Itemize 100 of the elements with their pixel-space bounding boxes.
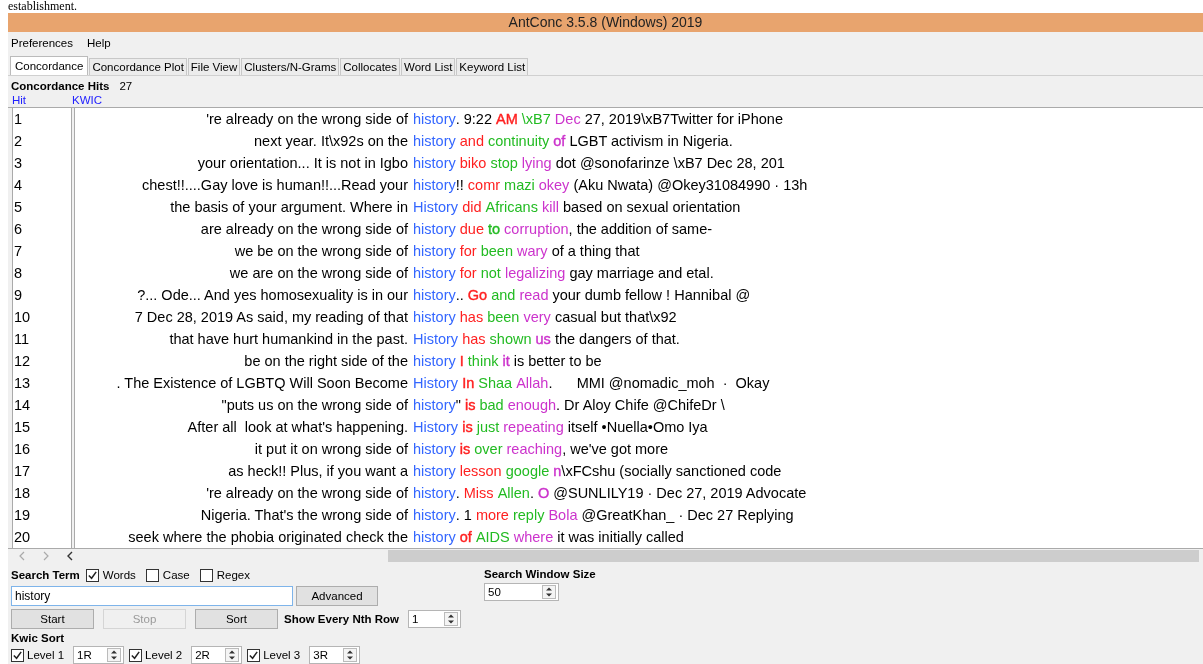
search-field[interactable]: history — [11, 586, 293, 606]
kwic-word: been — [487, 308, 520, 328]
kwic-word: @GreatKhan_ · Dec 27 Replying — [581, 506, 794, 526]
kwic-word: been — [480, 242, 513, 262]
kwic-word: read — [519, 286, 549, 306]
kwic-word: AIDS — [475, 528, 510, 548]
kwic-word: is — [459, 440, 471, 460]
checkbox[interactable] — [145, 568, 159, 582]
window-title: AntConc 3.5.8 (Windows) 2019 — [508, 14, 703, 31]
checkbox[interactable] — [199, 568, 213, 582]
checkbox-label: Level 1 — [27, 649, 65, 661]
kwic-word: has — [462, 330, 486, 350]
kwic-word: history — [413, 528, 456, 548]
checkbox[interactable] — [11, 648, 24, 662]
left-context: are already on the wrong side of — [200, 220, 408, 240]
kwic-word: history — [413, 286, 456, 306]
spinner-field[interactable]: 2R — [191, 646, 243, 664]
kwic-word: history — [413, 176, 456, 196]
spinner-field[interactable]: 50 — [484, 583, 559, 601]
column-header[interactable]: Hit — [12, 94, 72, 107]
left-context: . The Existence of LGBTQ Will Soon Become — [116, 374, 408, 394]
tab[interactable]: Clusters/N-Grams — [241, 57, 340, 75]
kwic-word: History — [413, 418, 459, 438]
kwic-word: the dangers of that. — [554, 330, 680, 350]
kwic-word: and — [459, 132, 484, 152]
left-context: seek where the phobia originated check the — [128, 528, 408, 548]
tab[interactable]: Concordance Plot — [89, 57, 187, 75]
spin-arrows-icon[interactable] — [542, 585, 556, 599]
kwic-word: Miss — [463, 484, 494, 504]
scroll-left-icon[interactable] — [66, 551, 74, 562]
nth-row-label: Show Every Nth Row — [284, 613, 400, 625]
spin-arrows-icon[interactable] — [225, 648, 240, 662]
spinner-field[interactable]: 3R — [309, 646, 361, 664]
window-size-label: Search Window Size — [484, 568, 596, 580]
checkbox-label: Regex — [216, 569, 250, 581]
advanced-button[interactable]: Advanced — [296, 586, 378, 606]
kwic-word: @SUNLILY19 · Dec 27, 2019 Advocate — [553, 484, 807, 504]
tab[interactable]: Keyword List — [456, 57, 529, 75]
kwic-word: stop — [490, 154, 518, 174]
kwic-word: history — [413, 220, 456, 240]
kwic-word: n — [553, 462, 562, 482]
left-context: the basis of your argument. Where in — [170, 198, 408, 218]
hit-number: 5 — [13, 198, 24, 218]
kwic-word: more — [475, 506, 509, 526]
kwic-word: history — [413, 110, 456, 130]
kwic-word: history — [413, 308, 456, 328]
kwic-word: , the addition of same- — [568, 220, 713, 240]
hit-number: 18 — [13, 484, 32, 504]
tab[interactable]: Collocates — [340, 57, 400, 75]
spin-arrows-icon[interactable] — [343, 648, 358, 662]
kwic-word: due — [459, 220, 484, 240]
checkbox[interactable] — [85, 568, 99, 582]
tab[interactable]: File View — [187, 57, 241, 75]
kwic-word: reply — [512, 506, 545, 526]
menu-item[interactable]: Help — [87, 37, 111, 50]
hit-number: 8 — [13, 264, 24, 284]
left-context: Nigeria. That's the wrong side of — [200, 506, 408, 526]
button[interactable]: Sort — [195, 609, 278, 629]
kwic-word: is better to be — [513, 352, 602, 372]
kwic-word: for — [459, 264, 477, 284]
kwic-word: history — [413, 154, 456, 174]
scrollbar[interactable] — [388, 550, 1199, 563]
checkbox[interactable] — [129, 648, 143, 662]
kwic-word: is — [464, 396, 476, 416]
kwic-word: shown — [489, 330, 532, 350]
kwic-word: . 1 — [455, 506, 472, 526]
spin-arrows-icon[interactable] — [107, 648, 122, 662]
tab[interactable]: Word List — [401, 57, 456, 75]
checkbox-label: Level 2 — [145, 649, 183, 661]
kwic-word: Africans — [485, 198, 538, 218]
spinner-field[interactable]: 1R — [73, 646, 125, 664]
kwic-word: history — [413, 132, 456, 152]
hit-number: 7 — [13, 242, 24, 262]
kwic-word: history — [413, 242, 456, 262]
left-context: next year. It\x92s on the — [254, 132, 408, 152]
hit-number: 6 — [13, 220, 24, 240]
tab[interactable]: Concordance — [10, 55, 89, 75]
spinner-field[interactable]: 1 — [408, 610, 462, 628]
kwic-word: of — [459, 528, 472, 548]
left-context: chest!!....Gay love is human!!...Read your — [142, 176, 408, 196]
kwic-word: Dec — [554, 110, 581, 130]
column-header[interactable]: KWIC — [72, 94, 103, 107]
kwic-word: In — [462, 374, 475, 394]
kwic-word: history — [413, 440, 456, 460]
kwic-word: , we've got more — [562, 440, 669, 460]
kwic-word: of a thing that — [551, 242, 640, 262]
spin-arrows-icon[interactable] — [444, 612, 459, 626]
kwic-word: of — [553, 132, 566, 152]
kwic-word: !! — [455, 176, 464, 196]
kwic-sort-label: Kwic Sort — [11, 632, 66, 646]
kwic-word: not — [480, 264, 501, 284]
hit-number: 3 — [13, 154, 24, 174]
kwic-word: Allen — [497, 484, 530, 504]
kwic-word: kill — [541, 198, 559, 218]
kwic-word: where — [513, 528, 554, 548]
button[interactable]: Start — [11, 609, 94, 629]
checkbox[interactable] — [247, 648, 261, 662]
left-context: be on the right side of the — [244, 352, 408, 372]
kwic-word: continuity — [488, 132, 550, 152]
menu-item[interactable]: Preferences — [11, 37, 73, 50]
